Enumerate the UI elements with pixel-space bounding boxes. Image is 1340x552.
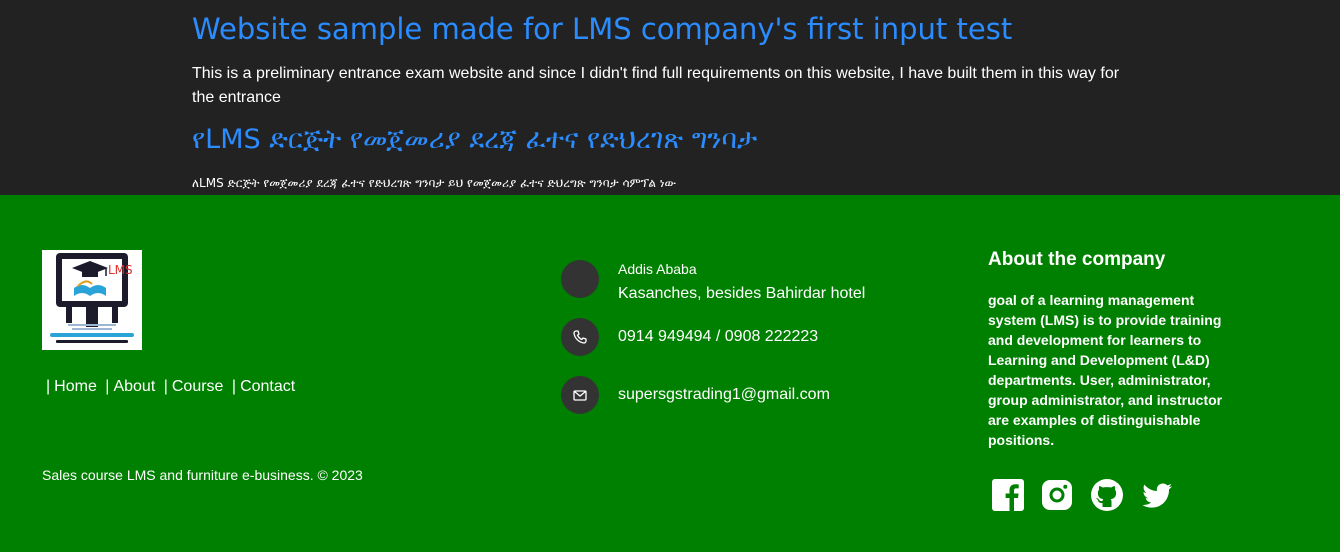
about-text: goal of a learning management system (LM… bbox=[988, 292, 1223, 448]
nav-link-home[interactable]: Home bbox=[54, 378, 97, 395]
twitter-icon[interactable] bbox=[1140, 478, 1174, 512]
contact-phone: 0914 949494 / 0908 222223 bbox=[618, 328, 819, 345]
nav-separator: | bbox=[105, 378, 110, 395]
phone-icon bbox=[573, 330, 587, 344]
about-title: About the company bbox=[988, 249, 1166, 270]
page-title-amharic: የLMS ድርጅት የመጀመሪያ ደረጃ ፈተና የድህረገጽ ግንባታ bbox=[192, 124, 758, 155]
contact-email-link[interactable]: supersgstrading1@gmail.com bbox=[618, 386, 830, 404]
phone-icon-circle bbox=[561, 318, 599, 356]
location-icon bbox=[574, 271, 586, 287]
footer-nav: | Home | About | Course | Contact bbox=[42, 378, 295, 396]
nav-separator: | bbox=[46, 378, 51, 395]
facebook-icon[interactable] bbox=[991, 478, 1025, 512]
nav-link-about[interactable]: About bbox=[113, 378, 155, 395]
nav-separator: | bbox=[163, 378, 168, 395]
location-icon-circle bbox=[561, 260, 599, 298]
intro-text: This is a preliminary entrance exam webs… bbox=[192, 65, 1120, 106]
email-icon-circle bbox=[561, 376, 599, 414]
intro-text-amharic: ለLMS ድርጅት የመጀመሪያ ደረጃ ፈተና የድህረገጽ ግንባታ ይህ … bbox=[192, 176, 677, 190]
page-title: Website sample made for LMS company's fi… bbox=[192, 12, 1013, 46]
nav-link-course[interactable]: Course bbox=[172, 378, 224, 395]
github-icon[interactable] bbox=[1090, 478, 1124, 512]
contact-address: Kasanches, besides Bahirdar hotel bbox=[618, 285, 866, 302]
envelope-icon bbox=[573, 390, 587, 401]
nav-separator: | bbox=[231, 378, 237, 395]
svg-text:LMS: LMS bbox=[108, 263, 133, 277]
nav-link-contact[interactable]: Contact bbox=[240, 378, 295, 395]
copyright-text: Sales course LMS and furniture e-busines… bbox=[42, 467, 363, 483]
instagram-icon[interactable] bbox=[1040, 478, 1074, 512]
header-section: Website sample made for LMS company's fi… bbox=[0, 0, 1340, 195]
contact-city: Addis Ababa bbox=[618, 261, 697, 277]
logo: LMS bbox=[42, 250, 142, 350]
logo-icon: LMS bbox=[50, 253, 134, 343]
